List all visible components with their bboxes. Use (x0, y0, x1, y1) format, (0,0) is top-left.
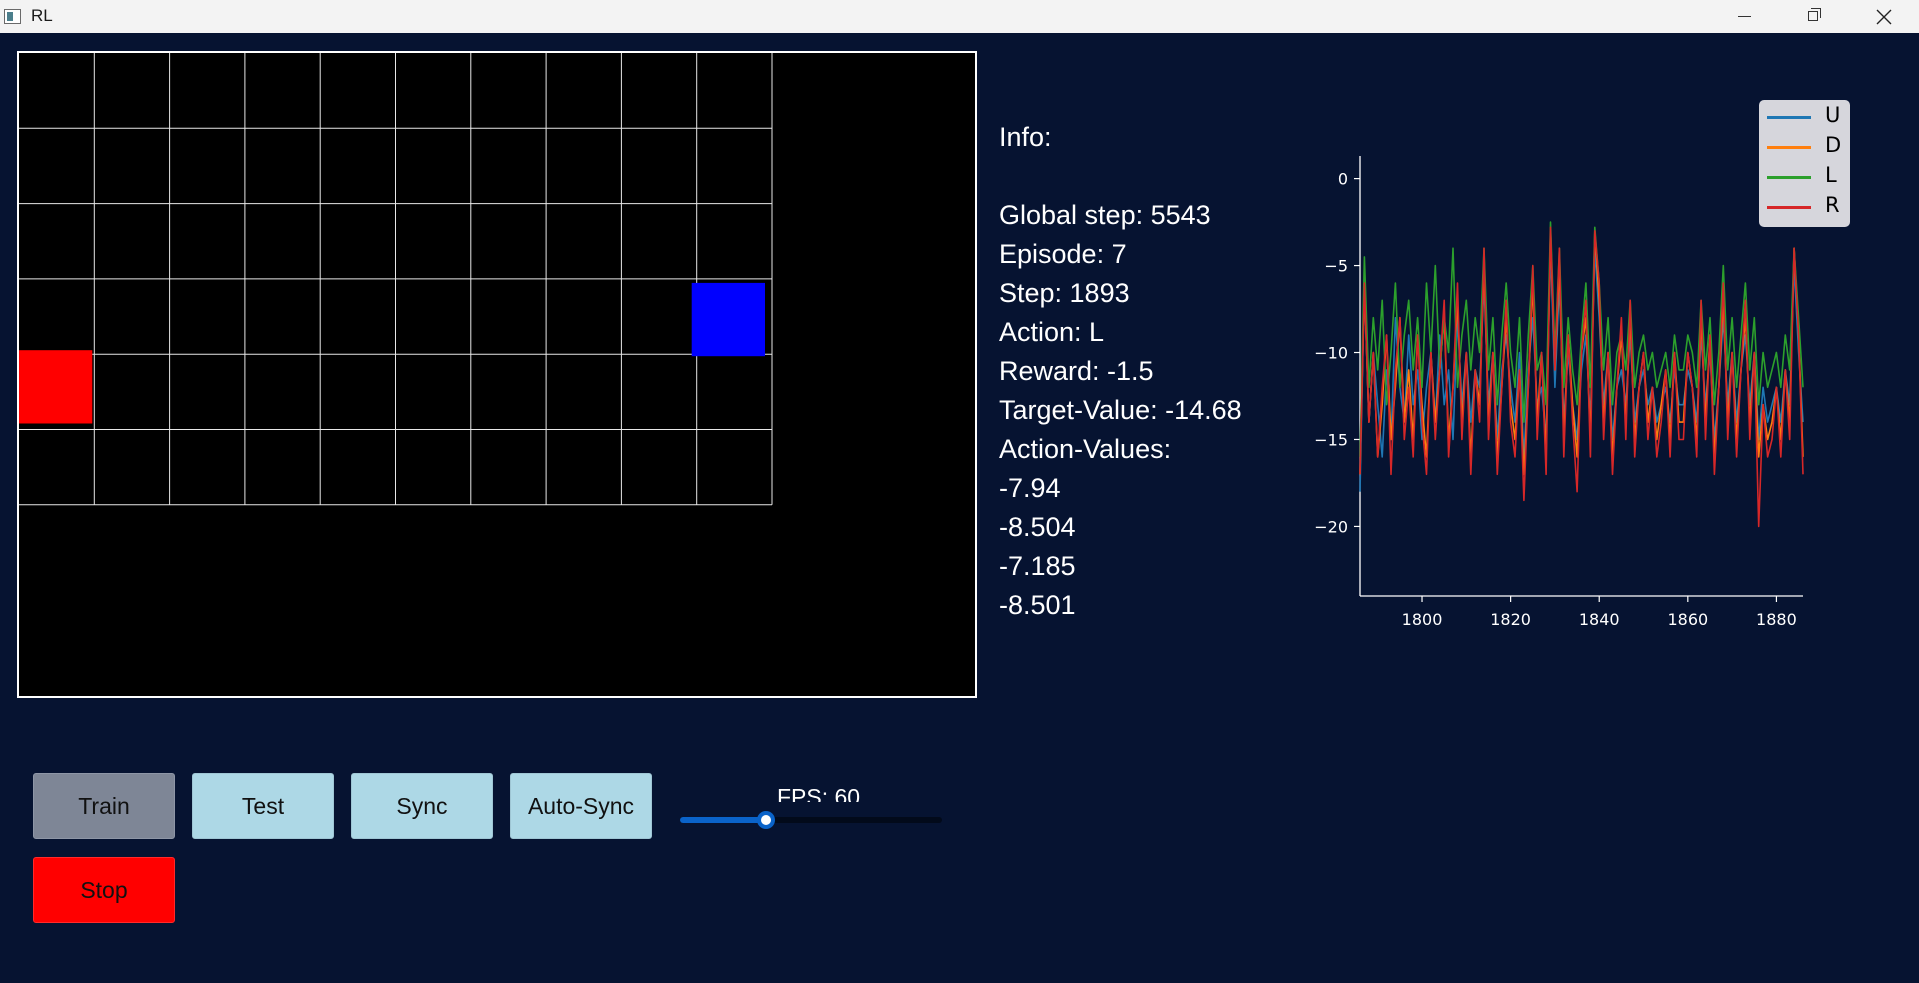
y-tick-label: 0 (1338, 170, 1348, 189)
test-button[interactable]: Test (192, 773, 334, 839)
y-tick-label: −5 (1324, 257, 1348, 276)
action-value-u: -7.94 (999, 473, 1061, 503)
info-reward: Reward: -1.5 (999, 356, 1154, 386)
game-board (17, 51, 977, 698)
legend-entry-r: R (1759, 192, 1850, 222)
chart-legend: U D L R (1759, 100, 1850, 227)
window-title: RL (31, 6, 53, 25)
minimize-icon (1738, 16, 1751, 17)
info-episode: Episode: 7 (999, 239, 1127, 269)
fps-label: FPS: 60 (777, 784, 861, 802)
x-tick-label: 1800 (1402, 610, 1443, 629)
y-tick-label: −15 (1314, 430, 1348, 449)
close-icon (1876, 9, 1892, 25)
train-button[interactable]: Train (33, 773, 175, 839)
fps-slider[interactable] (680, 811, 942, 829)
x-tick-label: 1880 (1756, 610, 1797, 629)
stop-button[interactable]: Stop (33, 857, 175, 923)
legend-entry-l: L (1759, 162, 1850, 192)
x-tick-label: 1820 (1490, 610, 1531, 629)
title-bar: RL (0, 0, 1919, 33)
action-value-l: -7.185 (999, 551, 1076, 581)
fps-slider-thumb[interactable] (757, 811, 776, 829)
legend-label-d: D (1825, 133, 1842, 157)
auto-sync-button[interactable]: Auto-Sync (510, 773, 652, 839)
y-tick-label: −10 (1314, 344, 1348, 363)
action-value-r: -8.501 (999, 590, 1076, 620)
legend-entry-u: U (1759, 102, 1850, 132)
close-button[interactable] (1852, 0, 1916, 33)
legend-label-u: U (1825, 103, 1841, 127)
y-tick-label: −20 (1314, 517, 1348, 536)
fps-label-clip: FPS: 60 (720, 782, 870, 802)
app-icon (4, 9, 21, 24)
info-target-value: Target-Value: -14.68 (999, 395, 1242, 425)
x-tick-label: 1840 (1579, 610, 1620, 629)
grid-world (19, 53, 773, 506)
info-heading: Info: (999, 122, 1052, 152)
info-action-values-label: Action-Values: (999, 434, 1172, 464)
action-value-d: -8.504 (999, 512, 1076, 542)
info-global-step: Global step: 5543 (999, 200, 1211, 230)
info-step: Step: 1893 (999, 278, 1130, 308)
restore-button[interactable] (1780, 0, 1844, 33)
action-values-chart: 0 −5 −10 −15 −20 1800 1820 1840 1860 1880 (1314, 156, 1804, 629)
legend-label-l: L (1825, 163, 1837, 187)
info-panel: Info: Global step: 5543 Episode: 7 Step:… (999, 118, 1242, 625)
info-action: Action: L (999, 317, 1105, 347)
x-tick-label: 1860 (1667, 610, 1708, 629)
agent-cell (19, 350, 93, 424)
fps-slider-fill (680, 817, 767, 823)
legend-entry-d: D (1759, 132, 1850, 162)
goal-cell (691, 282, 765, 357)
minimize-button[interactable] (1712, 0, 1776, 33)
sync-button[interactable]: Sync (351, 773, 493, 839)
legend-label-r: R (1825, 193, 1840, 217)
